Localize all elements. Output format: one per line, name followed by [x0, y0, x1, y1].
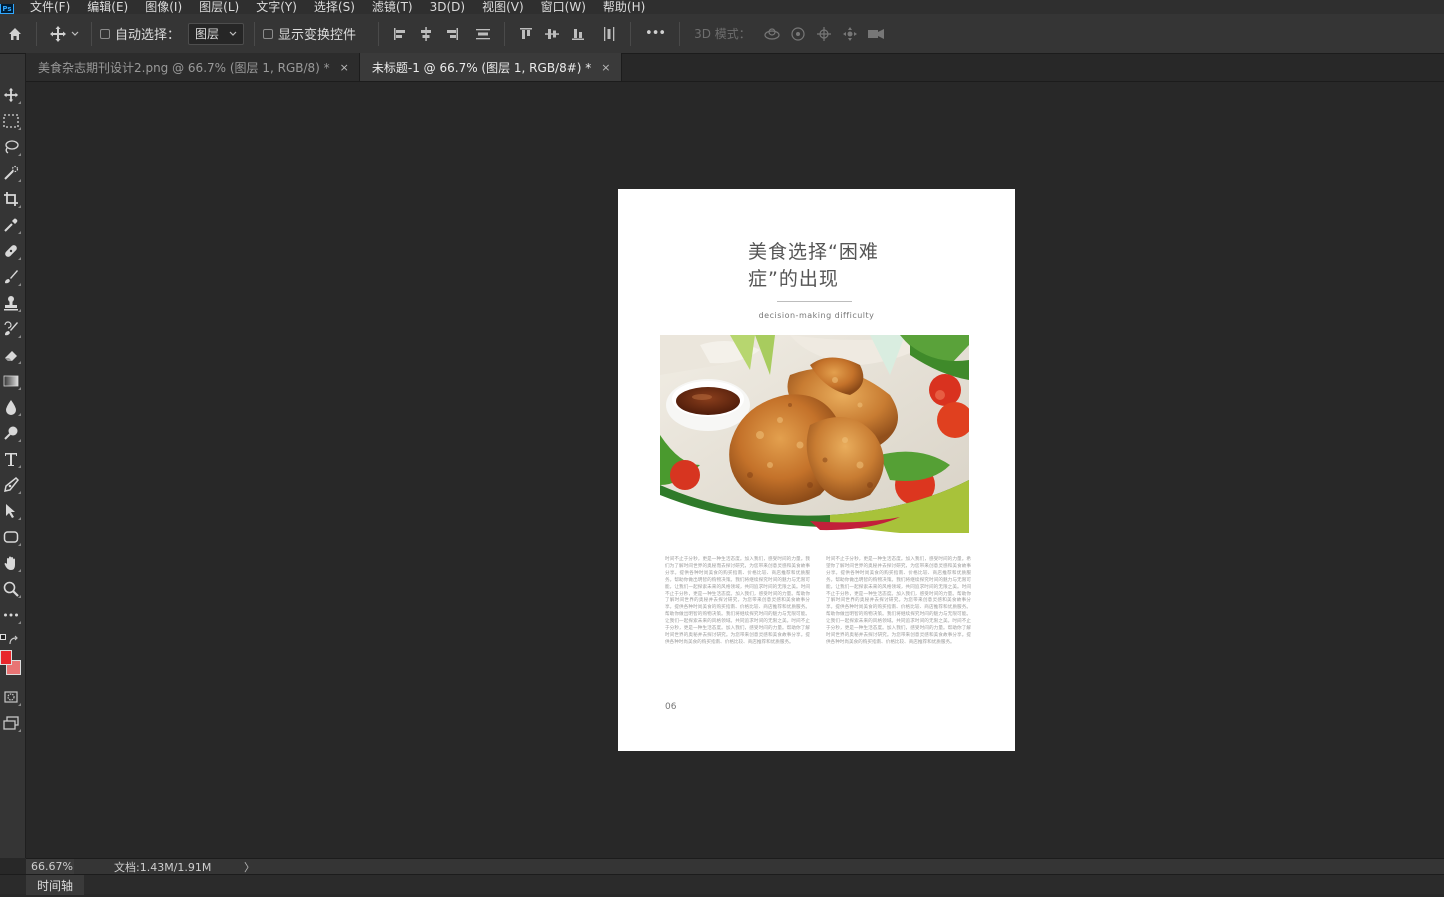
history-brush-tool-icon[interactable] — [0, 318, 22, 340]
blur-tool-icon[interactable] — [0, 396, 22, 418]
default-colors-icon[interactable] — [0, 634, 6, 640]
quick-selection-tool-icon[interactable] — [0, 162, 22, 184]
body-text-left: 时间不止于分秒，更是一种生活态度。加入我们，感受时间的力量。我们为了解时间世界的… — [665, 557, 810, 645]
dropdown-value: 图层 — [195, 27, 220, 41]
close-icon[interactable]: × — [340, 61, 349, 74]
rectangle-tool-icon[interactable] — [0, 526, 22, 548]
align-bottom-edges-icon[interactable] — [568, 24, 588, 44]
zoom-level-field[interactable]: 66.67% — [26, 859, 74, 874]
menu-help[interactable]: 帮助(H) — [603, 1, 645, 13]
separator — [91, 21, 92, 46]
menu-type[interactable]: 文字(Y) — [256, 1, 297, 13]
checkbox-box[interactable] — [263, 28, 274, 39]
page-number: 06 — [665, 702, 677, 712]
marquee-tool-icon[interactable] — [0, 110, 22, 132]
edit-toolbar-icon[interactable] — [0, 604, 22, 626]
menu-filter[interactable]: 滤镜(T) — [372, 1, 413, 13]
timeline-panel: 时间轴 — [0, 874, 1444, 895]
chevron-down-icon[interactable] — [71, 31, 83, 37]
auto-select-checkbox[interactable]: 自动选择： — [100, 24, 180, 43]
canvas-workspace[interactable]: 美食选择“困难 症”的出现 decision-making difficulty — [26, 83, 1444, 857]
orbit-3d-icon[interactable] — [762, 24, 782, 44]
foreground-color-swatch[interactable] — [0, 650, 12, 665]
separator — [36, 21, 37, 46]
align-horizontal-centers-icon[interactable] — [416, 24, 436, 44]
gradient-tool-icon[interactable] — [0, 370, 22, 392]
menu-layer[interactable]: 图层(L) — [199, 1, 239, 13]
home-icon[interactable] — [2, 21, 28, 47]
fried-chicken-photo — [660, 335, 969, 533]
menu-window[interactable]: 窗口(W) — [541, 1, 586, 13]
type-tool-icon[interactable] — [0, 448, 22, 470]
pan-3d-icon[interactable] — [814, 24, 834, 44]
tools-panel — [0, 54, 26, 858]
page-title: 美食选择“困难 症”的出现 — [748, 239, 918, 293]
distribute-horizontal-icon[interactable] — [599, 24, 619, 44]
align-vertical-centers-icon[interactable] — [542, 24, 562, 44]
more-options-button[interactable]: ••• — [645, 26, 666, 41]
menu-3d[interactable]: 3D(D) — [430, 1, 465, 13]
menu-select[interactable]: 选择(S) — [314, 1, 355, 13]
switch-colors-icon[interactable] — [8, 632, 20, 645]
align-top-edges-icon[interactable] — [516, 24, 536, 44]
show-transform-label: 显示变换控件 — [278, 28, 357, 43]
page-title-line-2: 症”的出现 — [748, 268, 839, 290]
brush-tool-icon[interactable] — [0, 266, 22, 288]
align-right-edges-icon[interactable] — [442, 24, 462, 44]
tab-label: 美食杂志期刊设计2.png @ 66.7% (图层 1, RGB/8) * — [38, 60, 330, 75]
zoom-tool-icon[interactable] — [0, 578, 22, 600]
clone-stamp-tool-icon[interactable] — [0, 292, 22, 314]
show-transform-controls-checkbox[interactable]: 显示变换控件 — [263, 24, 356, 43]
menu-edit[interactable]: 编辑(E) — [87, 1, 128, 13]
quick-mask-mode-icon[interactable] — [0, 686, 22, 708]
distribute-vertical-icon[interactable] — [473, 24, 493, 44]
separator — [630, 21, 632, 46]
menu-bar: Ps 文件(F) 编辑(E) 图像(I) 图层(L) 文字(Y) 选择(S) 滤… — [0, 0, 1444, 14]
eyedropper-tool-icon[interactable] — [0, 214, 22, 236]
status-menu-arrow-icon[interactable]: 〉 — [244, 859, 255, 875]
document-tabs: 美食杂志期刊设计2.png @ 66.7% (图层 1, RGB/8) * × … — [26, 53, 1444, 82]
dodge-tool-icon[interactable] — [0, 422, 22, 444]
hand-tool-icon[interactable] — [0, 552, 22, 574]
crop-tool-icon[interactable] — [0, 188, 22, 210]
document-size-info: 文档:1.43M/1.91M — [114, 860, 212, 874]
separator — [378, 21, 380, 46]
title-divider — [777, 301, 852, 302]
scale-3d-icon[interactable] — [866, 24, 886, 44]
page-title-line-1: 美食选择“困难 — [748, 241, 879, 263]
3d-mode-label: 3D 模式： — [694, 27, 751, 41]
separator — [254, 21, 256, 46]
menu-view[interactable]: 视图(V) — [482, 1, 524, 13]
close-icon[interactable]: × — [601, 61, 610, 74]
separator — [679, 21, 681, 46]
menu-file[interactable]: 文件(F) — [30, 1, 70, 13]
align-left-edges-icon[interactable] — [390, 24, 410, 44]
tab-document-1[interactable]: 美食杂志期刊设计2.png @ 66.7% (图层 1, RGB/8) * × — [26, 53, 360, 81]
separator — [504, 21, 506, 46]
screen-mode-icon[interactable] — [0, 712, 22, 734]
document-canvas[interactable]: 美食选择“困难 症”的出现 decision-making difficulty — [618, 189, 1015, 751]
pen-tool-icon[interactable] — [0, 474, 22, 496]
status-bar: 66.67% 文档:1.43M/1.91M 〉 — [26, 858, 1444, 874]
tab-label: 未标题-1 @ 66.7% (图层 1, RGB/8#) * — [371, 60, 592, 75]
body-text-right: 时间不止于分秒，更是一种生活态度。加入我们，感受时间的力量。希望你了解时间世界的… — [826, 557, 971, 645]
auto-select-label: 自动选择： — [115, 28, 181, 43]
checkbox-box[interactable] — [100, 28, 110, 39]
lasso-tool-icon[interactable] — [0, 136, 22, 158]
auto-select-target-dropdown[interactable]: 图层 — [188, 22, 245, 45]
eraser-tool-icon[interactable] — [0, 344, 22, 366]
tab-document-2[interactable]: 未标题-1 @ 66.7% (图层 1, RGB/8#) * × — [359, 53, 622, 81]
tab-timeline[interactable]: 时间轴 — [26, 875, 84, 895]
menu-image[interactable]: 图像(I) — [145, 1, 182, 13]
move-tool-preset-icon[interactable] — [45, 21, 71, 47]
slide-3d-icon[interactable] — [840, 24, 860, 44]
options-bar: 自动选择： 图层 显示变换控件 ••• 3D 模式： — [0, 14, 1444, 54]
healing-brush-tool-icon[interactable] — [0, 240, 22, 262]
chevron-down-icon — [229, 31, 237, 36]
move-tool-icon[interactable] — [0, 84, 22, 106]
path-selection-tool-icon[interactable] — [0, 500, 22, 522]
roll-3d-icon[interactable] — [788, 24, 808, 44]
page-subtitle: decision-making difficulty — [758, 311, 875, 320]
photoshop-logo: Ps — [0, 4, 14, 14]
